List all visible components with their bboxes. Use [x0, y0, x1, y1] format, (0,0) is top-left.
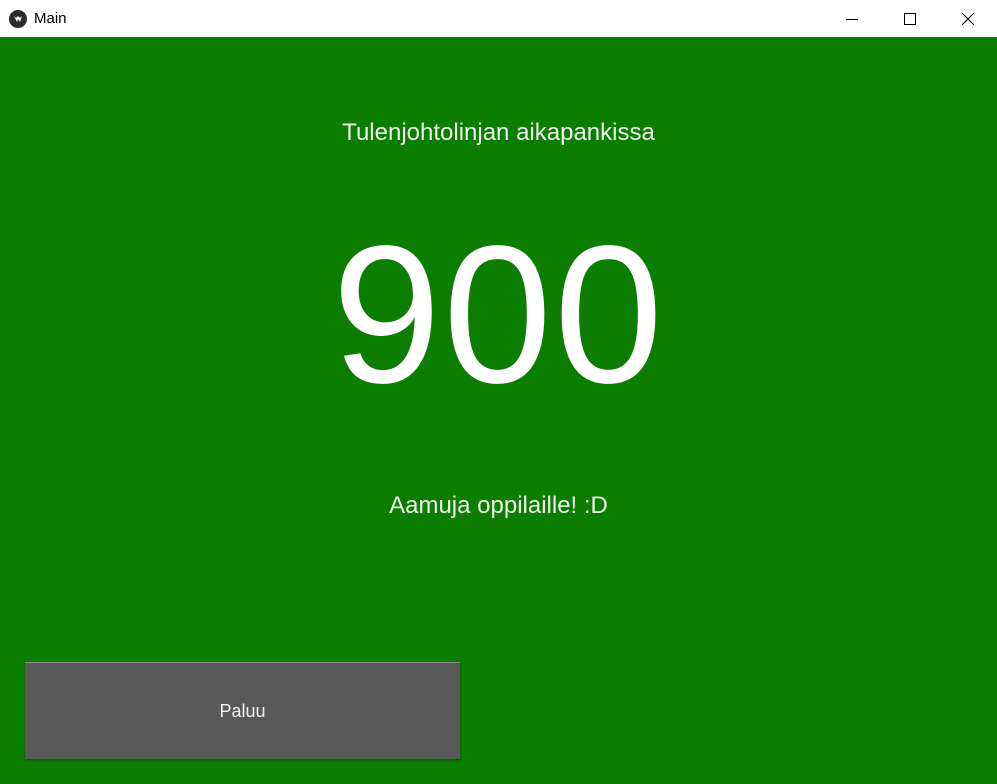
- close-icon: [962, 12, 974, 25]
- close-button[interactable]: [939, 0, 997, 37]
- main-screen: Tulenjohtolinjan aikapankissa 900 Aamuja…: [0, 37, 997, 784]
- status-message: Aamuja oppilaille! :D: [389, 492, 608, 519]
- minimize-icon: [846, 18, 858, 20]
- window-controls: [823, 0, 997, 37]
- title-bar[interactable]: Main: [0, 0, 997, 37]
- maximize-icon: [904, 12, 916, 25]
- time-bank-value: 900: [331, 205, 666, 424]
- screen-heading: Tulenjohtolinjan aikapankissa: [342, 119, 655, 146]
- back-button[interactable]: Paluu: [25, 662, 460, 759]
- app-window: Main Tulenjohtolinjan aikapankissa 900 A…: [0, 0, 997, 784]
- kivy-app-icon: [9, 9, 27, 28]
- minimize-button[interactable]: [823, 0, 881, 37]
- window-title: Main: [34, 10, 67, 27]
- maximize-button[interactable]: [881, 0, 939, 37]
